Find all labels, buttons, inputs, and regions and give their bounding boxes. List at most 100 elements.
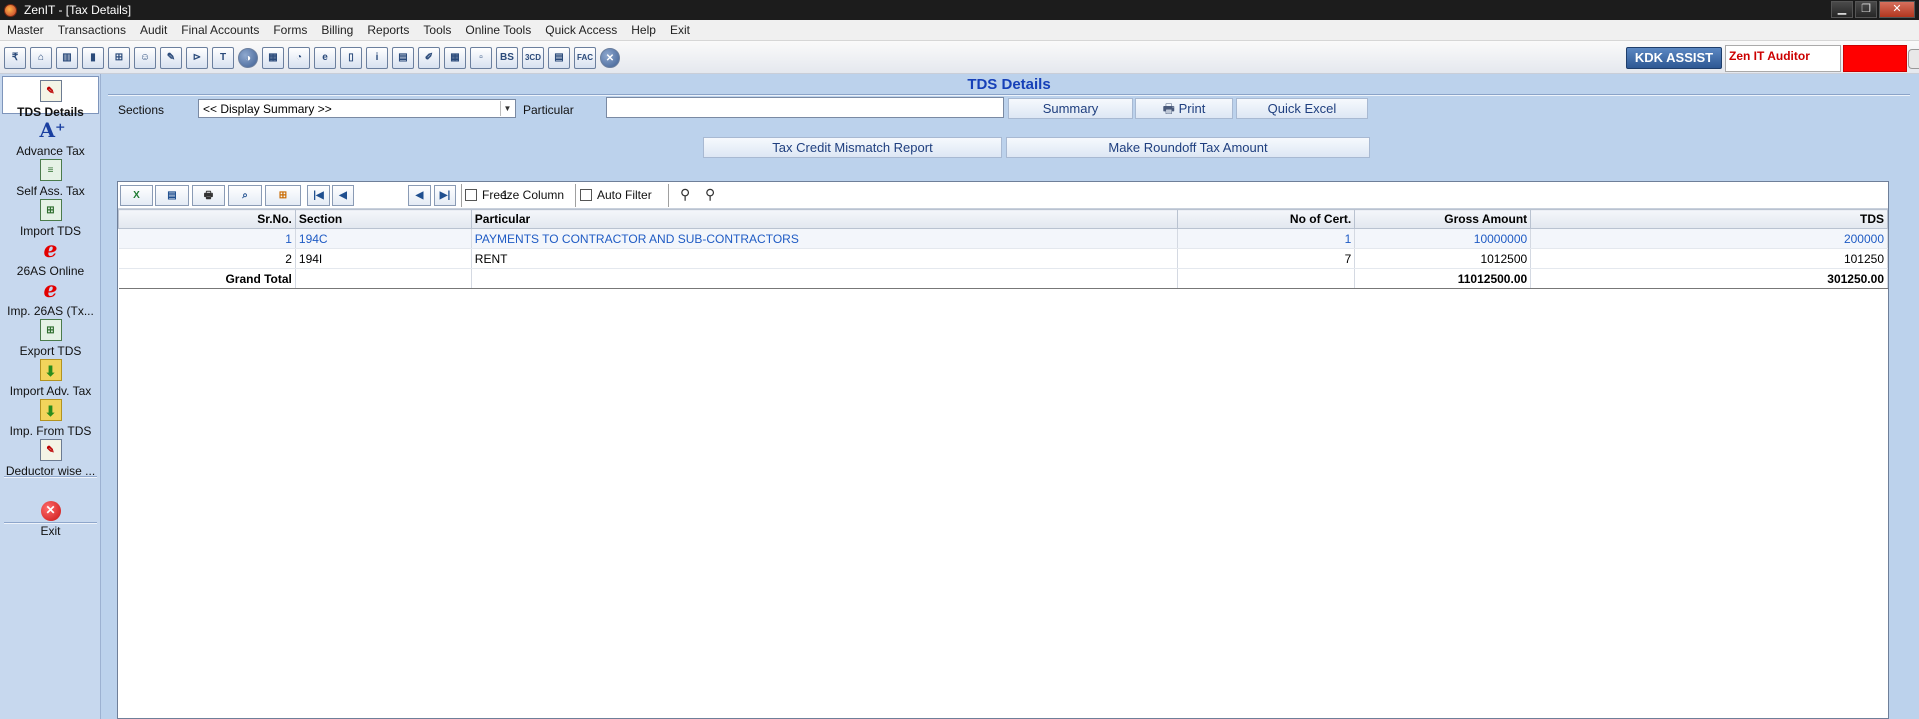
- balance-sheet-icon[interactable]: BS: [496, 47, 518, 69]
- table-row[interactable]: 2 194I RENT 7 1012500 101250: [118, 248, 1888, 269]
- report-icon[interactable]: ▤: [392, 47, 414, 69]
- column-header-tds[interactable]: TDS: [1530, 209, 1888, 229]
- form-icon[interactable]: ▤: [548, 47, 570, 69]
- rupee-icon[interactable]: ₹: [4, 47, 26, 69]
- tds-grid: X ▤ 🖶 ⌕ ⊞ |◀ ◀ 1 ◀ ▶| Freeze Column Auto…: [117, 181, 1889, 719]
- tax-credit-mismatch-button[interactable]: Tax Credit Mismatch Report: [703, 137, 1002, 158]
- previous-page-icon[interactable]: ◀: [332, 185, 354, 206]
- menu-forms[interactable]: Forms: [266, 23, 314, 37]
- info-icon[interactable]: i: [366, 47, 388, 69]
- cell-srno: 2: [118, 248, 296, 269]
- particular-input[interactable]: [606, 97, 1004, 118]
- sections-dropdown[interactable]: << Display Summary >> ▼: [198, 99, 516, 118]
- sidebar-item-self-ass-tax[interactable]: ≡ Self Ass. Tax: [2, 156, 99, 198]
- menu-exit[interactable]: Exit: [663, 23, 697, 37]
- sidebar-item-import-tds[interactable]: ⊞ Import TDS: [2, 196, 99, 238]
- sidebar: ✎ TDS Details A⁺ Advance Tax ≡ Self Ass. Tax ⊞…: [0, 74, 101, 719]
- roundoff-tax-button[interactable]: Make Roundoff Tax Amount: [1006, 137, 1370, 158]
- column-header-gross[interactable]: Gross Amount: [1354, 209, 1532, 229]
- quick-excel-button[interactable]: Quick Excel: [1236, 98, 1368, 119]
- chevron-down-icon[interactable]: ▼: [500, 101, 514, 116]
- sidebar-item-export-tds[interactable]: ⊞ Export TDS: [2, 316, 99, 358]
- menu-billing[interactable]: Billing: [314, 23, 360, 37]
- restore-icon[interactable]: ❐: [1855, 1, 1877, 18]
- folder-icon[interactable]: ▫: [470, 47, 492, 69]
- window-controls: ▁ ❐ ✕: [1831, 1, 1915, 18]
- fac-icon[interactable]: FAC: [574, 47, 596, 69]
- find-icon[interactable]: ⌕: [228, 185, 262, 206]
- next-page-icon[interactable]: ◀: [408, 185, 431, 206]
- sidebar-item-26as-online[interactable]: e 26AS Online: [2, 236, 99, 278]
- pie-chart-icon[interactable]: ◔: [288, 47, 310, 69]
- sidebar-item-tds-details[interactable]: ✎ TDS Details: [2, 76, 99, 119]
- column-header-srno[interactable]: Sr.No.: [118, 209, 296, 229]
- particular-label: Particular: [523, 103, 574, 117]
- page-title: TDS Details: [967, 76, 1051, 93]
- sidebar-item-imp-from-tds[interactable]: ⬇ Imp. From TDS: [2, 396, 99, 438]
- summary-button[interactable]: Summary: [1008, 98, 1133, 119]
- menu-reports[interactable]: Reports: [360, 23, 416, 37]
- sidebar-item-exit[interactable]: ✕ Exit: [2, 498, 99, 538]
- pin-icon[interactable]: ✎: [160, 47, 182, 69]
- self-assessment-icon: ≡: [39, 159, 62, 181]
- gift-icon[interactable]: ⊞: [108, 47, 130, 69]
- freeze-column-checkbox[interactable]: [465, 189, 477, 201]
- zoom-out-icon[interactable]: ⚲: [705, 186, 715, 203]
- grand-total-row: Grand Total 11012500.00 301250.00: [118, 268, 1888, 289]
- menu-tools[interactable]: Tools: [416, 23, 458, 37]
- calculator-icon[interactable]: ▦: [262, 47, 284, 69]
- auto-filter-checkbox[interactable]: [580, 189, 592, 201]
- exit-icon: ✕: [40, 501, 61, 521]
- 3cd-icon[interactable]: 3CD: [522, 47, 544, 69]
- menu-help[interactable]: Help: [624, 23, 663, 37]
- menu-audit[interactable]: Audit: [133, 23, 174, 37]
- column-header-certs[interactable]: No of Cert.: [1177, 209, 1356, 229]
- bar-chart-icon[interactable]: ▮: [82, 47, 104, 69]
- cell-certs: 1: [1177, 228, 1356, 249]
- column-header-particular[interactable]: Particular: [470, 209, 1179, 229]
- kdk-assist-button[interactable]: KDK ASSIST: [1626, 47, 1722, 69]
- users-icon[interactable]: ☺: [134, 47, 156, 69]
- menu-master[interactable]: Master: [0, 23, 51, 37]
- menu-final-accounts[interactable]: Final Accounts: [174, 23, 266, 37]
- sidebar-item-deductor-wise[interactable]: ✎ Deductor wise ...: [2, 436, 99, 478]
- main-toolbar: ₹ ⌂ ▥ ▮ ⊞ ☺ ✎ ⊳ T ◑ ▦ ◔ e ▯ i ▤ ✐ ▦ ▫ BS 3CD ▤ FAC ✕ KDK ASSIST…: [0, 41, 1919, 74]
- grand-total-tds: 301250.00: [1530, 268, 1888, 289]
- sidebar-item-label: Exit: [40, 524, 61, 538]
- menu-quick-access[interactable]: Quick Access: [538, 23, 624, 37]
- sections-dropdown-value: << Display Summary >>: [203, 102, 332, 116]
- excel-export-icon[interactable]: X: [120, 185, 153, 206]
- pay-icon[interactable]: e: [314, 47, 336, 69]
- toggle-icon[interactable]: ◑: [238, 48, 258, 68]
- home-icon[interactable]: ⌂: [30, 47, 52, 69]
- minimize-icon[interactable]: ▁: [1831, 1, 1853, 18]
- column-header-section[interactable]: Section: [294, 209, 472, 229]
- menu-transactions[interactable]: Transactions: [51, 23, 133, 37]
- buildings-icon[interactable]: ▥: [56, 47, 78, 69]
- book-icon[interactable]: ▯: [340, 47, 362, 69]
- grand-total-gross: 11012500.00: [1354, 268, 1532, 289]
- last-page-icon[interactable]: ▶|: [434, 185, 456, 206]
- tax-icon[interactable]: T: [212, 47, 234, 69]
- sidebar-item-advance-tax[interactable]: A⁺ Advance Tax: [2, 116, 99, 158]
- print-button[interactable]: 🖶 Print: [1135, 98, 1233, 119]
- close-icon[interactable]: ✕: [1879, 1, 1915, 18]
- calendar-icon[interactable]: ▦: [444, 47, 466, 69]
- filter-icon[interactable]: ⊳: [186, 47, 208, 69]
- print-grid-icon[interactable]: 🖶: [192, 185, 225, 206]
- sidebar-item-imp-26as-tx[interactable]: e Imp. 26AS (Tx...: [2, 276, 99, 318]
- first-page-icon[interactable]: |◀: [307, 185, 330, 206]
- menu-online-tools[interactable]: Online Tools: [458, 23, 538, 37]
- save-sheet-icon[interactable]: ▤: [155, 185, 189, 206]
- sidebar-item-import-adv-tax[interactable]: ⬇ Import Adv. Tax: [2, 356, 99, 398]
- edit-report-icon[interactable]: ✐: [418, 47, 440, 69]
- close-circle-icon[interactable]: ✕: [600, 48, 620, 68]
- table-header-row: Sr.No. Section Particular No of Cert. Gr…: [118, 209, 1888, 229]
- group-icon[interactable]: ⊞: [265, 185, 301, 206]
- auto-filter-label: Auto Filter: [597, 188, 652, 202]
- table-row[interactable]: 1 194C PAYMENTS TO CONTRACTOR AND SUB-CO…: [118, 228, 1888, 249]
- edge-tab-icon[interactable]: [1908, 49, 1919, 69]
- tax-pad-icon: ✎: [39, 80, 62, 102]
- freeze-column-label: Freeze Column: [482, 188, 565, 202]
- zoom-in-icon[interactable]: ⚲: [680, 186, 690, 203]
